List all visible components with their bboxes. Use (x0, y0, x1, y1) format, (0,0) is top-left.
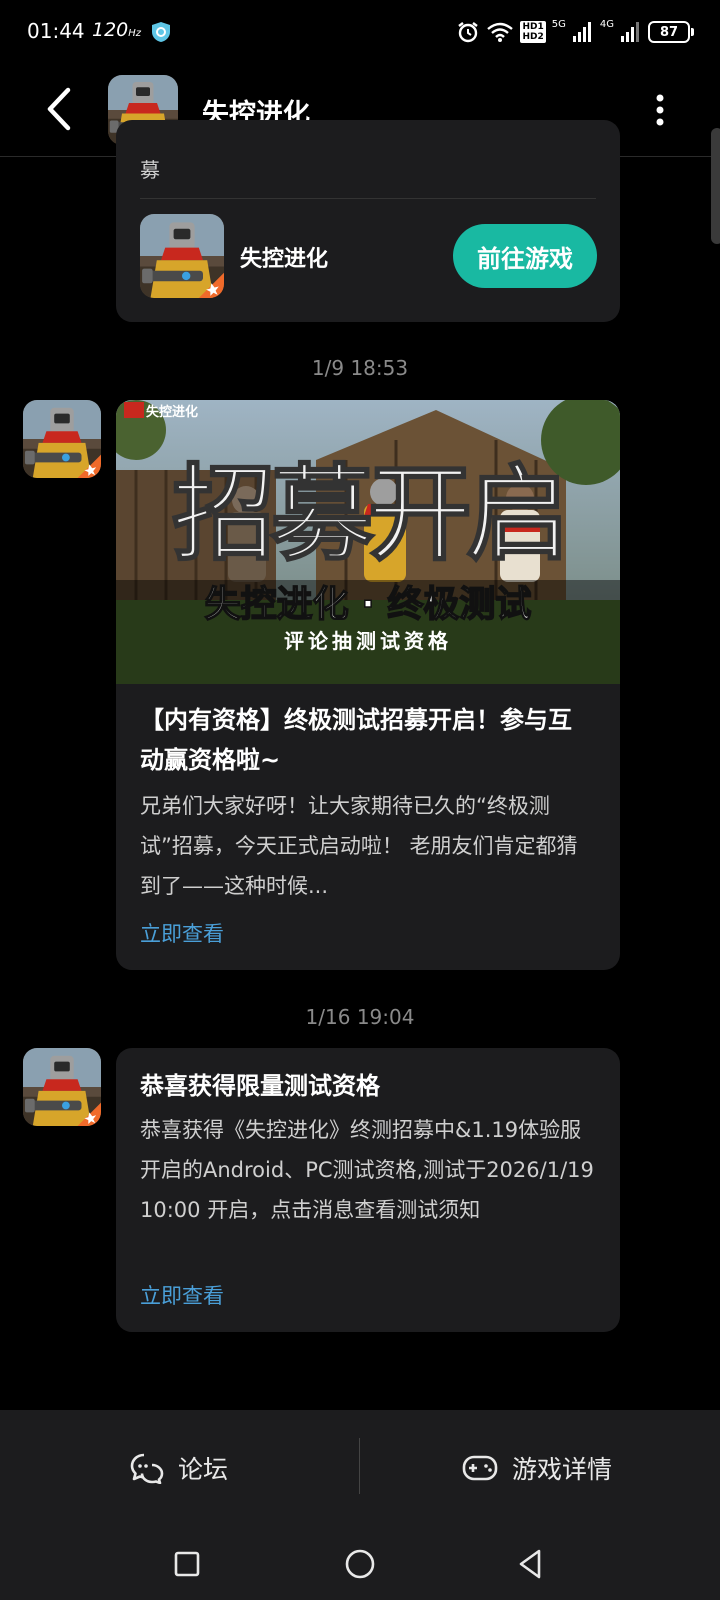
scrollbar-thumb[interactable] (711, 128, 720, 244)
game-details-label: 游戏详情 (512, 1455, 613, 1484)
sender-avatar[interactable] (23, 1048, 101, 1126)
refresh-rate: 120Hz (92, 19, 142, 41)
alarm-icon (458, 22, 479, 43)
sender-avatar[interactable] (23, 400, 101, 478)
more-vertical-icon[interactable] (648, 90, 672, 130)
chevron-left-icon[interactable] (36, 84, 86, 134)
battery-indicator: 87 (648, 21, 694, 43)
view-now-link[interactable]: 立即查看 (140, 1280, 224, 1310)
banner-artwork: 失控进化 招募开启 失控进化 · 终极测试 评论抽测试资格 (116, 400, 620, 684)
article-title: 【内有资格】终极测试招募开启！参与互动赢资格啦~ (140, 706, 572, 774)
forum-label: 论坛 (178, 1455, 229, 1484)
view-now-link[interactable]: 立即查看 (140, 918, 224, 948)
triangle-back-icon[interactable] (513, 1547, 547, 1581)
game-icon[interactable] (140, 214, 224, 298)
divider (140, 198, 596, 199)
message-timestamp: 1/16 19:04 (305, 1005, 415, 1029)
gamepad-icon (462, 1455, 498, 1481)
game-avatar-image (140, 214, 224, 298)
network-4g-label: 4G (599, 19, 614, 30)
banner-headline: 招募开启 (172, 453, 564, 575)
square-icon[interactable] (170, 1547, 204, 1581)
game-details-button[interactable]: 游戏详情 (462, 1444, 612, 1492)
message-text-fragment: 募 (140, 158, 160, 182)
hd-badge: HD1 HD2 (520, 21, 546, 43)
forum-button[interactable]: 论坛 (130, 1444, 228, 1492)
game-avatar-image (23, 400, 101, 478)
shield-icon (152, 22, 170, 42)
game-name: 失控进化 (240, 247, 329, 272)
circle-icon[interactable] (343, 1547, 377, 1581)
banner-subtitle: 失控进化 · 终极测试 (205, 584, 532, 625)
article-banner-image[interactable]: 失控进化 招募开启 失控进化 · 终极测试 评论抽测试资格 (116, 400, 620, 684)
signal-icon (572, 22, 591, 42)
article-summary: 兄弟们大家好呀！让大家期待已久的“终极测试”招募，今天正式启动啦！ 老朋友们肯定… (140, 794, 578, 898)
network-5g-label: 5G (551, 19, 566, 30)
notification-body: 恭喜获得《失控进化》终测招募中&1.19体验服开启的Android、PC测试资格… (140, 1118, 594, 1222)
status-icons: HD1 HD2 5G 4G 87 (456, 18, 694, 46)
message-timestamp: 1/9 18:53 (311, 356, 409, 380)
go-to-game-button[interactable]: 前往游戏 (453, 224, 597, 288)
chat-bubbles-icon (130, 1453, 164, 1484)
wifi-icon (487, 22, 514, 42)
signal-icon (621, 22, 639, 42)
banner-tagline: 评论抽测试资格 (284, 629, 452, 653)
notification-title: 恭喜获得限量测试资格 (140, 1072, 380, 1100)
game-avatar-image (23, 1048, 101, 1126)
status-time: 01:44 (27, 19, 85, 43)
banner-logo-text: 失控进化 (146, 404, 198, 420)
divider (359, 1438, 360, 1494)
